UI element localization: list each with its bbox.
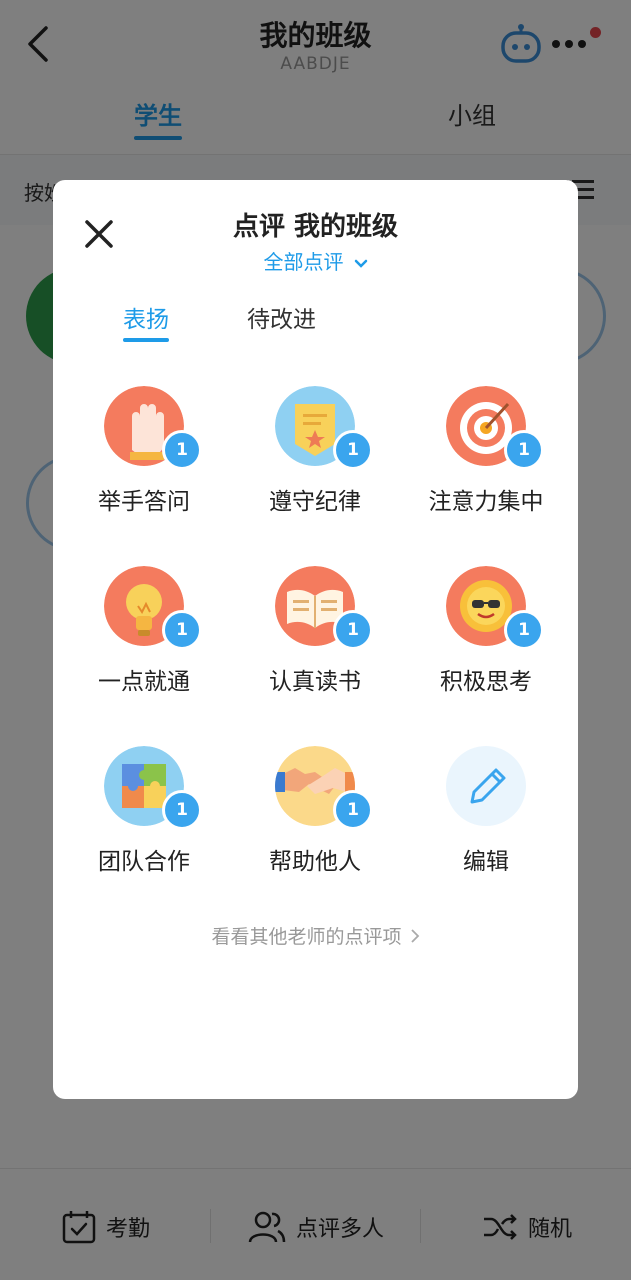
review-item-label: 遵守纪律 [269,489,361,515]
review-item-label: 团队合作 [98,849,190,875]
modal-title: 点评 我的班级 [232,212,399,242]
review-item-thinking[interactable]: 1 积极思考 [401,566,571,716]
count-badge: 1 [333,790,373,830]
review-item-quick-learner[interactable]: 1 一点就通 [59,566,229,716]
count-badge: 1 [333,430,373,470]
count-badge: 1 [333,610,373,650]
class-page: 我的班级 AABDJE 学生 小组 按姓 [0,0,631,1281]
review-item-reading[interactable]: 1 认真读书 [230,566,400,716]
count-badge: 1 [162,430,202,470]
review-item-label: 认真读书 [269,669,361,695]
review-item-label: 编辑 [463,849,509,875]
review-item-label: 一点就通 [98,669,190,695]
count-badge: 1 [504,430,544,470]
review-item-teamwork[interactable]: 1 团队合作 [59,746,229,896]
review-modal: 点评 我的班级 全部点评 表扬 待改进 1 举手答问 1 遵守纪律 1 注意力集… [53,180,578,1099]
other-teachers-link[interactable]: 看看其他老师的点评项 [53,922,578,949]
review-item-attention[interactable]: 1 注意力集中 [401,386,571,536]
review-item-helping-others[interactable]: 1 帮助他人 [230,746,400,896]
other-teachers-label: 看看其他老师的点评项 [211,926,402,948]
review-item-label: 举手答问 [98,489,190,515]
count-badge: 1 [504,610,544,650]
chevron-down-icon [354,259,367,268]
review-item-label: 积极思考 [440,669,532,695]
count-badge: 1 [162,610,202,650]
review-scope-label: 全部点评 [263,250,344,274]
tab-praise[interactable]: 表扬 [123,300,169,342]
review-item-label: 注意力集中 [428,489,544,515]
count-badge: 1 [162,790,202,830]
pencil-icon [446,746,526,826]
review-scope-dropdown[interactable]: 全部点评 [53,246,578,275]
review-item-discipline[interactable]: 1 遵守纪律 [230,386,400,536]
review-item-label: 帮助他人 [269,849,361,875]
chevron-right-icon [410,929,419,943]
review-item-raise-hand[interactable]: 1 举手答问 [59,386,229,536]
edit-review-items-button[interactable]: 编辑 [401,746,571,896]
tab-needs-improvement[interactable]: 待改进 [247,300,316,334]
